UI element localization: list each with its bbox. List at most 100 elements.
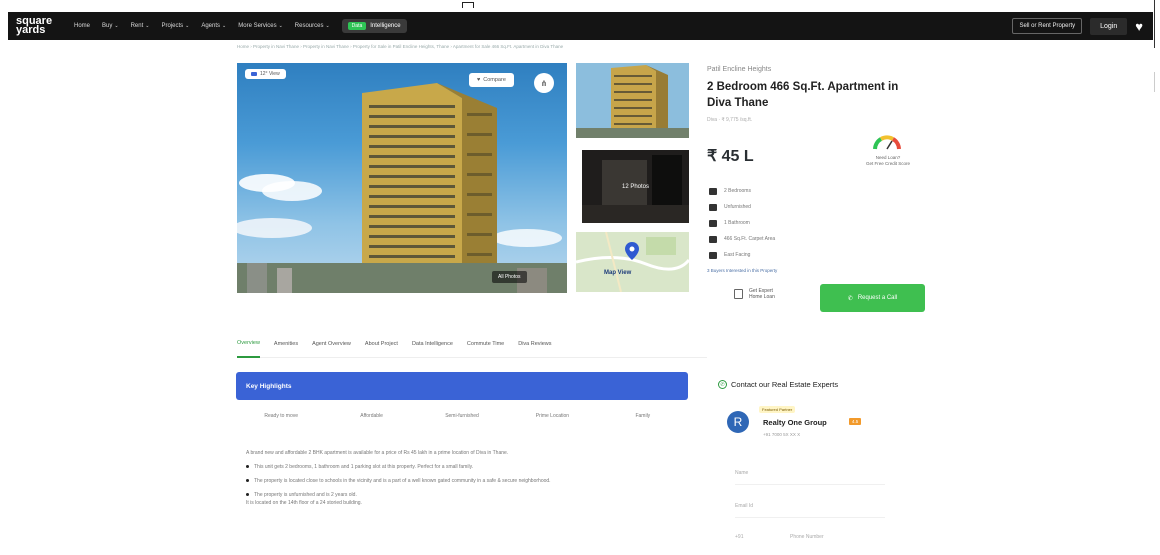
- intel-label: Intelligence: [370, 23, 401, 29]
- nav-label: Agents: [201, 23, 221, 29]
- bullet-dot: [246, 465, 249, 468]
- tab-data-intelligence[interactable]: Data Intelligence: [412, 330, 453, 358]
- nav-more-services[interactable]: More Services ⌄: [238, 23, 283, 29]
- brand-logo[interactable]: square yards: [16, 16, 62, 36]
- tab-reviews[interactable]: Diva Reviews: [518, 330, 551, 358]
- phone-field[interactable]: Phone Number: [790, 534, 824, 544]
- map-pin-icon: [625, 242, 639, 260]
- contact-experts-title: ✆ Contact our Real Estate Experts: [718, 380, 838, 389]
- nav-label: Resources: [294, 23, 324, 29]
- compare-label: Compare: [483, 77, 506, 83]
- country-code-select[interactable]: +91: [735, 534, 743, 544]
- nav-resources[interactable]: Resources ⌄: [295, 23, 330, 29]
- feature-area: 466 Sq.Ft. Carpet Area: [709, 231, 775, 247]
- nav-label: Rent: [130, 23, 144, 29]
- main-property-image[interactable]: 12° View ♥ Compare ⋔ All Photos: [237, 63, 567, 293]
- scrollbar-thumb[interactable]: [1154, 72, 1160, 92]
- loan-gauge-label[interactable]: Need Loan? Get Free Credit Score: [858, 155, 918, 167]
- buyers-interested-line: 3 Buyers Interested in this Property: [707, 268, 778, 273]
- feature-bedrooms: 2 Bedrooms: [709, 183, 775, 199]
- all-photos-button[interactable]: All Photos: [492, 271, 527, 283]
- highlight-chip: Semi-furnished: [445, 413, 479, 419]
- feature-facing: East Facing: [709, 247, 775, 263]
- agent-name[interactable]: Realty One Group: [763, 418, 827, 427]
- highlights-description: A brand new and affordable 2 BHK apartme…: [246, 449, 686, 507]
- phone-icon: ✆: [847, 295, 853, 302]
- email-field[interactable]: Email Id: [735, 503, 753, 513]
- gauge-label-line2: Get Free Credit Score: [865, 161, 910, 166]
- data-intelligence-button[interactable]: Data Intelligence: [341, 19, 407, 33]
- breadcrumb[interactable]: Home › Property in Navi Thane › Property…: [237, 44, 563, 49]
- sell-rent-button[interactable]: Sell or Rent Property: [1012, 18, 1083, 34]
- compass-icon: [709, 251, 717, 259]
- bed-icon: [709, 187, 717, 195]
- request-call-button[interactable]: ✆ Request a Call: [820, 284, 925, 312]
- view-360-pill[interactable]: 12° View: [245, 69, 286, 79]
- nav-label: More Services: [238, 23, 277, 29]
- phone-circle-icon: ✆: [718, 380, 727, 389]
- nav-agents[interactable]: Agents ⌄: [201, 23, 226, 29]
- bullet-text: This unit gets 2 bedrooms, 1 bathroom an…: [254, 464, 474, 470]
- nav-projects[interactable]: Projects ⌄: [161, 23, 189, 29]
- compare-button[interactable]: ♥ Compare: [469, 73, 514, 87]
- login-button[interactable]: Login: [1090, 17, 1128, 35]
- feature-list: 2 Bedrooms Unfurnished 1 Bathroom 466 Sq…: [709, 183, 775, 263]
- bullet-text: The property is located close to schools…: [254, 478, 551, 484]
- tab-agent-overview[interactable]: Agent Overview: [312, 330, 351, 358]
- nav-home[interactable]: Home: [74, 23, 90, 29]
- name-field[interactable]: Name: [735, 470, 748, 480]
- agent-phone: +91 7000 5X XX X: [763, 432, 801, 437]
- top-navbar: square yards Home Buy ⌄ Rent ⌄ Projects ⌄ A…: [8, 12, 1153, 40]
- chevron-down-icon: ⌄: [222, 23, 227, 29]
- scrollbar[interactable]: [1154, 0, 1160, 48]
- window-edge-mark: [462, 2, 474, 8]
- featured-badge: Featured Partner: [759, 406, 796, 413]
- feature-label: East Facing: [724, 252, 751, 258]
- map-view-label: Map View: [604, 270, 632, 276]
- heart-icon[interactable]: ♥: [1135, 19, 1143, 34]
- building-photo: [237, 83, 567, 293]
- share-icon[interactable]: ⋔: [534, 73, 554, 93]
- view-pill-label: 12° View: [260, 71, 280, 77]
- tab-commute-time[interactable]: Commute Time: [467, 330, 504, 358]
- heart-outline-icon: ♥: [477, 77, 481, 83]
- feature-label: 1 Bathroom: [724, 220, 750, 226]
- feature-bathroom: 1 Bathroom: [709, 215, 775, 231]
- document-icon: [734, 289, 743, 299]
- highlight-chips: Ready to move Affordable Semi-furnished …: [236, 413, 688, 419]
- avatar: R: [727, 411, 749, 433]
- nav-label: Buy: [102, 23, 113, 29]
- sofa-icon: [709, 203, 717, 211]
- tab-about-project[interactable]: About Project: [365, 330, 398, 358]
- highlights-footer: It is located on the 14th floor of a 24 …: [246, 500, 362, 506]
- credit-gauge-icon: [873, 135, 901, 150]
- nav-buy[interactable]: Buy ⌄: [102, 23, 119, 29]
- thumbnail-interior[interactable]: 12 Photos: [582, 150, 689, 223]
- map-thumbnail[interactable]: Map View: [576, 232, 689, 292]
- bath-icon: [709, 219, 717, 227]
- chevron-down-icon: ⌄: [114, 23, 119, 29]
- thumbnail-building-photo: [576, 63, 689, 138]
- tab-overview[interactable]: Overview: [237, 330, 260, 358]
- nav-right: Sell or Rent Property Login ♥: [1012, 17, 1153, 35]
- key-highlights-header: Key Highlights: [236, 372, 688, 400]
- chevron-down-icon: ⌄: [325, 23, 330, 29]
- tab-amenities[interactable]: Amenities: [274, 330, 298, 358]
- property-price: ₹ 45 L: [707, 148, 754, 165]
- nav-rent[interactable]: Rent ⌄: [131, 23, 150, 29]
- bullet-dot: [246, 493, 249, 496]
- chevron-down-icon: ⌄: [185, 23, 190, 29]
- project-name[interactable]: Patil Encline Heights: [707, 66, 771, 73]
- expert-home-loan-button[interactable]: Get Expert Home Loan: [734, 288, 775, 300]
- highlight-chip: Family: [635, 413, 651, 419]
- field-divider: [735, 484, 885, 485]
- feature-label: 466 Sq.Ft. Carpet Area: [724, 236, 776, 242]
- rating-badge: 4.5: [849, 418, 862, 425]
- feature-furnishing: Unfurnished: [709, 199, 775, 215]
- highlight-chip: Ready to move: [264, 413, 299, 419]
- map-graphic: [576, 232, 689, 292]
- intel-badge: Data: [347, 22, 367, 30]
- thumbnail-building[interactable]: [576, 63, 689, 138]
- home-icon: [709, 235, 717, 243]
- highlight-chip: Prime Location: [535, 413, 570, 419]
